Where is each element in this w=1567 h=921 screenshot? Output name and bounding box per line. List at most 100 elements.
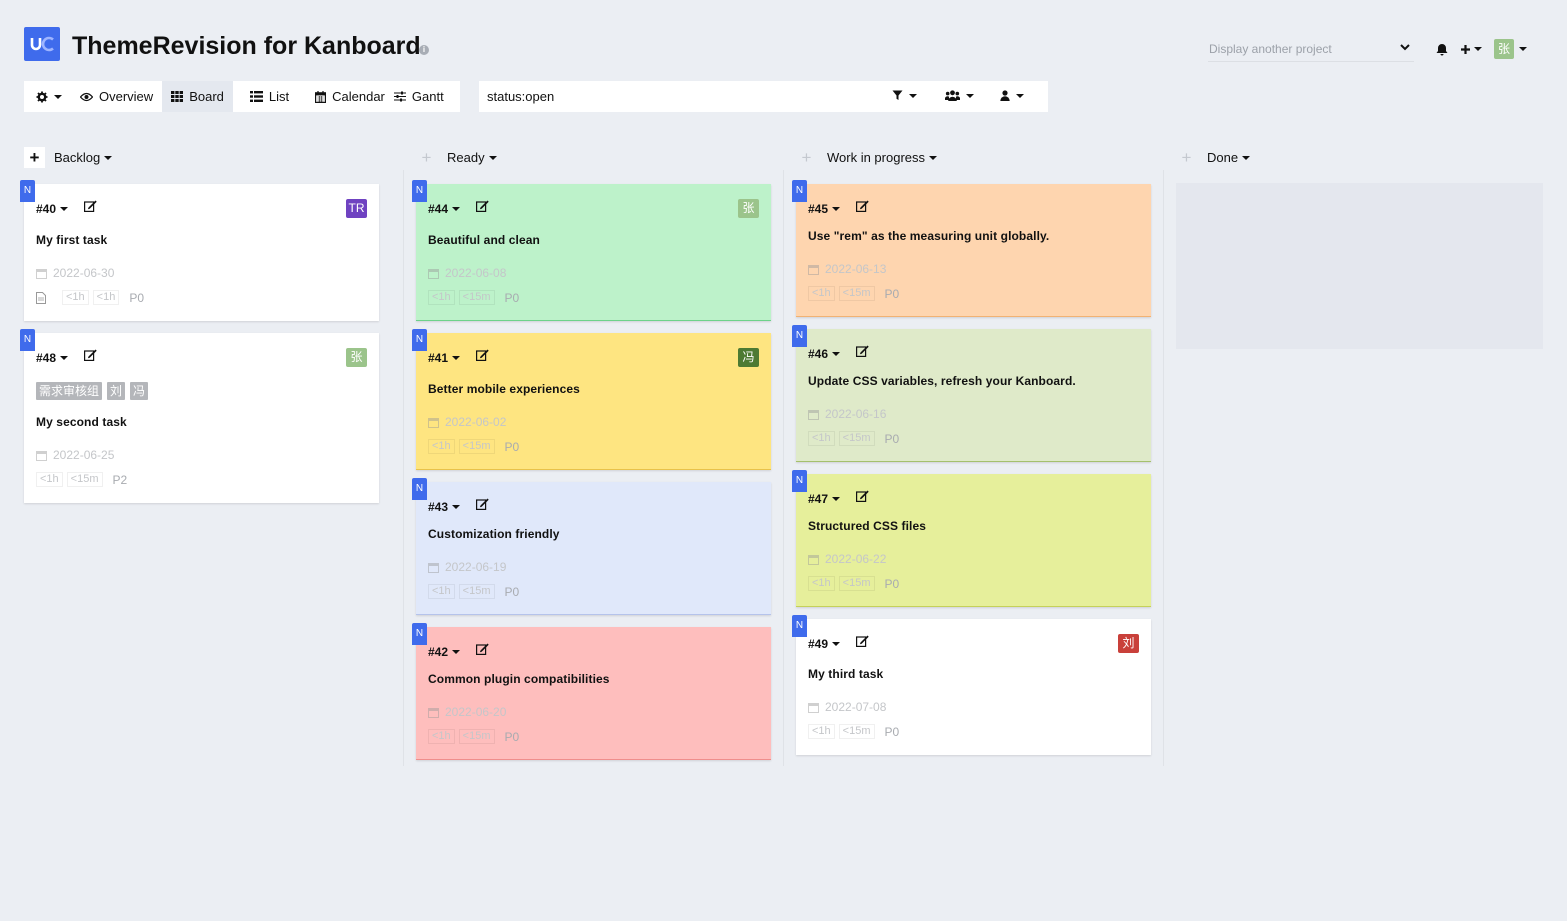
edit-icon[interactable] [84, 200, 97, 212]
task-title[interactable]: Update CSS variables, refresh your Kanbo… [808, 374, 1076, 388]
task-tag[interactable]: 冯 [130, 382, 149, 400]
task-badge: N [792, 470, 807, 492]
users-menu-button[interactable] [945, 90, 974, 101]
task-title[interactable]: Better mobile experiences [428, 382, 580, 396]
edit-icon[interactable] [856, 635, 869, 647]
task-id-menu[interactable]: #47 [808, 492, 841, 506]
filter-menu-button[interactable] [892, 90, 917, 101]
task-id: #44 [428, 202, 449, 216]
task-title[interactable]: Use "rem" as the measuring unit globally… [808, 229, 1049, 243]
task-id-menu[interactable]: #44 [428, 202, 461, 216]
task-id-menu[interactable]: #49 [808, 637, 841, 651]
assignee-avatar[interactable]: 张 [346, 348, 367, 367]
tab-board[interactable]: Board [162, 81, 233, 112]
edit-icon[interactable] [476, 498, 489, 510]
task-title[interactable]: My second task [36, 415, 127, 429]
app-logo[interactable] [24, 27, 60, 61]
tab-list[interactable]: List [233, 81, 298, 112]
task-title[interactable]: My first task [36, 233, 107, 247]
task-meta: <1h <15m P2 [36, 472, 127, 487]
edit-icon[interactable] [476, 349, 489, 361]
column-menu[interactable]: Backlog [54, 150, 113, 165]
task-tag[interactable]: 需求审核组 [36, 382, 103, 400]
assignee-avatar[interactable]: TR [346, 199, 367, 218]
caret-down-icon [909, 93, 917, 98]
task-id-menu[interactable]: #43 [428, 500, 461, 514]
task-card[interactable]: N #42 Common plugin compatibilities 2022-0… [412, 623, 771, 760]
task-title[interactable]: My third task [808, 667, 883, 681]
tab-overview[interactable]: Overview [71, 81, 162, 112]
edit-icon[interactable] [856, 490, 869, 502]
edit-icon[interactable] [476, 643, 489, 655]
due-date-value: 2022-06-30 [53, 266, 115, 280]
caret-down-icon [929, 155, 938, 160]
assignee-avatar[interactable]: 刘 [1118, 634, 1139, 653]
task-id-menu[interactable]: #42 [428, 645, 461, 659]
task-card[interactable]: N #43 Customization friendly 2022-06-19 <1h… [412, 478, 771, 615]
task-id-menu[interactable]: #40 [36, 202, 69, 216]
user-filter-button[interactable] [1000, 90, 1024, 101]
task-title[interactable]: Structured CSS files [808, 519, 926, 533]
time-estimated: <1h [808, 286, 835, 301]
settings-menu[interactable] [24, 81, 71, 112]
tab-gantt-label: Gantt [411, 89, 444, 104]
task-card[interactable]: N #41 冯 Better mobile experiences 2022-06-0… [412, 329, 771, 470]
task-due-date: 2022-06-22 [808, 552, 886, 566]
assignee-avatar[interactable]: 冯 [738, 348, 759, 367]
add-task-button[interactable]: + [1176, 147, 1197, 168]
tab-calendar[interactable]: Calendar [298, 81, 394, 112]
calendar-icon [428, 268, 439, 279]
task-card[interactable]: N #46 Update CSS variables, refresh your K… [792, 325, 1151, 462]
task-card[interactable]: N #40 TR My first task 2022-06-30 <1h <1h P0 [20, 180, 379, 321]
add-task-button[interactable]: + [24, 147, 45, 168]
bell-icon[interactable] [1436, 43, 1448, 56]
time-spent: <15m [458, 584, 495, 599]
edit-icon[interactable] [84, 349, 97, 361]
filter-bar: status:open [479, 81, 1048, 112]
task-id-menu[interactable]: #46 [808, 347, 841, 361]
task-card[interactable]: N #47 Structured CSS files 2022-06-22 <1h <1… [792, 470, 1151, 607]
column-header-work-in-progress: + Work in progress [796, 147, 938, 168]
tab-gantt[interactable]: Gantt [393, 81, 453, 112]
add-task-button[interactable]: + [416, 147, 437, 168]
empty-column-dropzone[interactable] [1176, 183, 1543, 349]
task-id-menu[interactable]: #48 [36, 351, 69, 365]
task-card[interactable]: N #45 Use "rem" as the measuring unit glob… [792, 180, 1151, 317]
add-task-button[interactable]: + [796, 147, 817, 168]
task-title[interactable]: Beautiful and clean [428, 233, 540, 247]
task-id: #49 [808, 637, 829, 651]
calendar-icon [428, 417, 439, 428]
edit-icon[interactable] [856, 200, 869, 212]
user-menu[interactable]: 张 [1494, 39, 1527, 59]
task-card[interactable]: N #48 张需求审核组刘冯 My second task 2022-06-25 <1h… [20, 329, 379, 503]
task-card[interactable]: N #44 张 Beautiful and clean 2022-06-08 <1h <1… [412, 180, 771, 321]
task-id: #40 [36, 202, 57, 216]
task-card[interactable]: N #49 刘 My third task 2022-07-08 <1h <15m P0 [792, 615, 1151, 755]
task-title[interactable]: Common plugin compatibilities [428, 672, 610, 686]
filter-input[interactable]: status:open [487, 89, 554, 104]
task-title[interactable]: Customization friendly [428, 527, 560, 541]
add-menu[interactable] [1460, 44, 1482, 55]
caret-down-icon [452, 356, 461, 360]
tab-calendar-label: Calendar [332, 89, 385, 104]
calendar-icon [428, 562, 439, 573]
due-date-value: 2022-06-20 [445, 705, 507, 719]
column-menu[interactable]: Work in progress [827, 150, 938, 165]
edit-icon[interactable] [476, 200, 489, 212]
task-priority: P0 [129, 290, 145, 305]
column-header-backlog: + Backlog [24, 147, 113, 168]
calendar-icon [808, 409, 819, 420]
info-icon[interactable]: i [419, 45, 429, 55]
project-select[interactable]: Display another project [1208, 36, 1414, 62]
task-tag[interactable]: 刘 [107, 382, 126, 400]
task-due-date: 2022-06-19 [428, 560, 506, 574]
caret-down-icon [452, 505, 461, 509]
edit-icon[interactable] [856, 345, 869, 357]
column-menu[interactable]: Ready [447, 150, 497, 165]
calendar-icon [808, 702, 819, 713]
task-id-menu[interactable]: #45 [808, 202, 841, 216]
column-menu[interactable]: Done [1207, 150, 1251, 165]
project-select-placeholder: Display another project [1209, 41, 1332, 56]
assignee-avatar[interactable]: 张 [738, 199, 759, 218]
task-id-menu[interactable]: #41 [428, 351, 461, 365]
